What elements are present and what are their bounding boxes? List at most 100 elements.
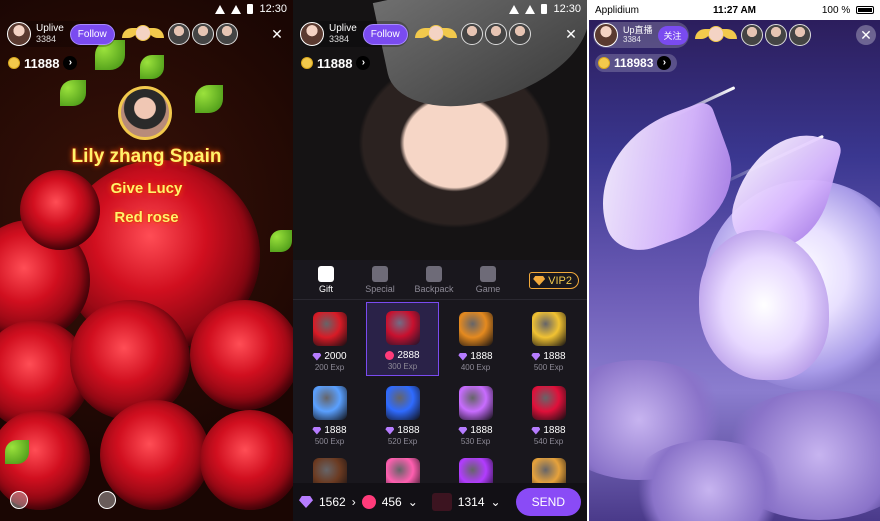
gift-item[interactable]: 1888 520 Exp <box>366 376 439 450</box>
host-card[interactable]: Up直播 3384 关注 <box>593 22 689 48</box>
follow-button[interactable]: Follow <box>362 23 408 45</box>
gift-price: 2000 <box>312 351 347 362</box>
chevron-right-icon[interactable]: › <box>352 495 356 509</box>
coin-balance[interactable]: 11888 › <box>301 54 371 72</box>
share-icon[interactable] <box>98 491 116 509</box>
gift-price: 1888 <box>458 351 493 362</box>
gift-bottom-bar: 1562 › 456 ⌄ 1314 ⌄ SEND <box>293 483 587 521</box>
host-avatar[interactable] <box>300 22 324 46</box>
leaf-art <box>270 230 292 252</box>
host-name: Up直播 <box>623 25 653 35</box>
gift-price-value: 1888 <box>543 351 566 362</box>
status-bar: 12:30 <box>0 0 293 18</box>
chevron-right-icon[interactable]: › <box>356 56 371 70</box>
host-card[interactable]: Uplive 3384 Follow <box>299 21 409 47</box>
quantity-chevron-down-icon[interactable]: ⌄ <box>491 495 501 509</box>
glass-slipper-icon <box>312 386 347 420</box>
close-icon[interactable]: ✕ <box>561 24 581 44</box>
gift-price: 1888 <box>531 351 566 362</box>
special-icon <box>372 265 388 282</box>
gift-exp: 400 Exp <box>460 363 491 372</box>
viewer-avatar[interactable] <box>460 23 483 45</box>
status-time: 12:30 <box>553 3 581 15</box>
gift-item[interactable]: 1888 530 Exp <box>439 376 512 450</box>
viewer-avatar[interactable] <box>191 23 214 45</box>
beer-mug-icon <box>531 312 566 346</box>
viewer-avatars <box>740 24 811 46</box>
top-fan-badge-icon[interactable] <box>694 24 737 46</box>
viewer-avatar[interactable] <box>508 23 531 45</box>
gift-item[interactable]: 1888 500 Exp <box>293 376 366 450</box>
gift-box-icon <box>318 265 334 282</box>
vip-label: VIP2 <box>548 274 572 287</box>
gamepad-icon <box>480 265 496 282</box>
tab-gift[interactable]: Gift <box>299 265 353 294</box>
follow-button[interactable]: Follow <box>69 23 115 45</box>
coin-balance[interactable]: 11888 › <box>8 54 78 72</box>
gift-item[interactable]: 1888 400 Exp <box>439 302 512 376</box>
viewer-avatar[interactable] <box>167 23 190 45</box>
red-envelope-icon <box>312 312 347 346</box>
battery-status: 100 % <box>822 5 874 16</box>
close-icon[interactable]: ✕ <box>267 24 287 44</box>
ring-icon <box>458 386 493 420</box>
gift-item[interactable]: 2888 300 Exp <box>366 302 439 376</box>
diamond-icon <box>312 426 322 435</box>
host-card[interactable]: Uplive 3384 Follow <box>6 21 116 47</box>
gift-item[interactable]: 1888 500 Exp <box>512 302 585 376</box>
tab-game[interactable]: Game <box>461 265 515 294</box>
leaf-art <box>5 440 29 464</box>
tab-backpack[interactable]: Backpack <box>407 265 461 294</box>
battery-icon <box>247 4 254 14</box>
carrier-label: Applidium <box>595 4 639 16</box>
top-fan-badge-icon[interactable] <box>414 23 457 45</box>
top-fan-badge-icon[interactable] <box>121 23 164 45</box>
gift-price: 1888 <box>458 425 493 436</box>
tab-label: Backpack <box>414 283 454 294</box>
viewer-avatars <box>167 23 238 45</box>
send-button[interactable]: SEND <box>515 488 581 516</box>
viewer-avatar[interactable] <box>788 24 811 46</box>
vip-badge[interactable]: VIP2 <box>529 272 579 289</box>
viewer-avatar[interactable] <box>764 24 787 46</box>
diamond-icon <box>458 352 468 361</box>
quantity-value[interactable]: 1314 <box>458 495 485 509</box>
chevron-down-icon[interactable]: ⌄ <box>408 495 418 509</box>
backpack-icon <box>426 265 442 282</box>
host-viewer-count: 3384 <box>623 35 641 44</box>
gift-price-value: 1888 <box>470 425 493 436</box>
chevron-right-icon[interactable]: › <box>63 56 78 70</box>
ruby-balance: 456 <box>381 495 402 509</box>
vip-diamond-icon <box>533 275 546 286</box>
leaf-art <box>195 85 223 113</box>
signal-icon <box>215 4 226 14</box>
gift-item[interactable]: 2000 200 Exp <box>293 302 366 376</box>
rose-art <box>200 410 293 510</box>
hat-art <box>372 0 587 121</box>
gift-price-value: 1888 <box>324 425 347 436</box>
tab-special[interactable]: Special <box>353 265 407 294</box>
gift-sender-avatar <box>118 86 172 140</box>
live-header: Up直播 3384 关注 ✕ <box>593 22 876 48</box>
host-info: Uplive 3384 <box>329 23 357 45</box>
viewer-avatar[interactable] <box>215 23 238 45</box>
coin-amount: 11888 <box>24 55 60 71</box>
live-screen-pegasus-animation: Applidium 11:27 AM 100 % Up直播 3384 关注 ✕ … <box>587 0 880 521</box>
chevron-right-icon[interactable]: › <box>657 56 672 70</box>
gift-item[interactable]: 1888 540 Exp <box>512 376 585 450</box>
follow-button[interactable]: 关注 <box>657 25 688 45</box>
live-header: Uplive 3384 Follow ✕ <box>299 20 581 48</box>
host-avatar[interactable] <box>594 23 618 47</box>
viewer-avatar[interactable] <box>740 24 763 46</box>
diamond-icon <box>531 352 541 361</box>
host-name: Uplive <box>36 23 64 34</box>
gift-price-value: 1888 <box>470 351 493 362</box>
battery-percent: 100 % <box>821 4 851 16</box>
host-avatar[interactable] <box>7 22 31 46</box>
coin-balance[interactable]: 118983 › <box>595 54 678 72</box>
status-time: 11:27 AM <box>713 4 756 16</box>
close-icon[interactable]: ✕ <box>856 25 876 45</box>
signal-icon <box>509 4 520 14</box>
viewer-avatar[interactable] <box>484 23 507 45</box>
chat-icon[interactable] <box>10 491 28 509</box>
